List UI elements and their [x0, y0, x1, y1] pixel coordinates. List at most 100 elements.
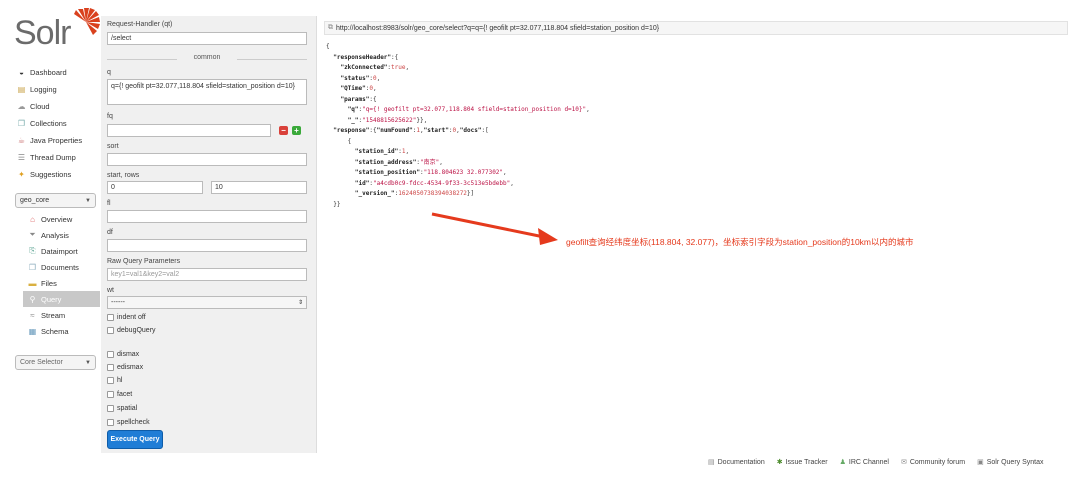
core-nav-item-overview[interactable]: ⌂ Overview [23, 211, 100, 227]
json-line: "params":{ [340, 95, 377, 103]
nav-label: Collections [30, 119, 67, 128]
rows-input[interactable]: 10 [211, 181, 307, 194]
core-selector-dropdown[interactable]: Core Selector ▼ [15, 355, 96, 370]
core-nav-item-analysis[interactable]: ⏷ Analysis [23, 227, 100, 243]
checkbox-label: dismax [117, 351, 140, 358]
nav-item-cloud[interactable]: ☁ Cloud [16, 98, 98, 115]
checkbox-label: debugQuery [117, 327, 156, 334]
dismax-checkbox[interactable]: dismax [107, 351, 139, 358]
checkbox-box [107, 405, 114, 412]
thread-dump-icon: ☰ [17, 153, 26, 162]
checkbox-box [107, 364, 114, 371]
add-fq-button[interactable]: + [292, 126, 301, 135]
suggestions-icon: ✦ [18, 170, 25, 179]
mail-icon: ✉ [900, 459, 907, 466]
fq-label: fq [107, 113, 113, 120]
footer-link-documentation[interactable]: ▤ Documentation [708, 458, 765, 467]
edismax-checkbox[interactable]: edismax [107, 364, 143, 371]
main-nav: ◒ Dashboard ▤ Logging ☁ Cloud ❐ Collections … [16, 64, 98, 183]
df-input[interactable] [107, 239, 307, 252]
analysis-icon: ⏷ [29, 230, 36, 239]
df-label: df [107, 229, 113, 236]
debug-query-checkbox[interactable]: debugQuery [107, 327, 156, 334]
q-textarea[interactable]: q={! geofilt pt=32.077,118.804 sfield=st… [107, 79, 307, 105]
facet-checkbox[interactable]: facet [107, 391, 132, 398]
stream-icon: ≈ [30, 310, 35, 320]
fq-input[interactable] [107, 124, 271, 137]
nav-label: Logging [30, 85, 57, 94]
hl-checkbox[interactable]: hl [107, 377, 122, 384]
nav-label: Query [41, 294, 62, 304]
core-nav-item-documents[interactable]: ❐ Documents [23, 259, 100, 275]
json-line: "_":"1548815625622"}}, [347, 116, 428, 124]
request-url-bar[interactable]: ⧉ http://localhost:8983/solr/geo_core/se… [324, 21, 1068, 35]
footer-link-community-forum[interactable]: ✉ Community forum [900, 458, 965, 467]
fl-input[interactable] [107, 210, 307, 223]
indent-off-checkbox[interactable]: indent off [107, 314, 146, 321]
core-nav-item-stream[interactable]: ≈ Stream [23, 307, 100, 323]
wt-select[interactable]: ------ ⇕ [107, 296, 307, 309]
json-line: "id":"a4cdb0c9-fdcc-4534-9f33-3c513e5bde… [354, 179, 514, 187]
core-nav-item-files[interactable]: ▬ Files [23, 275, 100, 291]
checkbox-box [107, 377, 114, 384]
nav-item-collections[interactable]: ❐ Collections [16, 115, 98, 132]
core-select-dropdown[interactable]: geo_core ▼ [15, 193, 96, 208]
nav-item-thread-dump[interactable]: ☰ Thread Dump [16, 149, 98, 166]
json-line: "_version_":1624050738394038272}] [354, 190, 475, 197]
logging-icon: ▤ [17, 85, 26, 94]
common-section-divider: common [107, 54, 307, 64]
nav-item-dashboard[interactable]: ◒ Dashboard [16, 64, 98, 81]
spatial-checkbox[interactable]: spatial [107, 405, 137, 412]
start-input[interactable]: 0 [107, 181, 203, 194]
core-selector-placeholder: Core Selector [20, 359, 63, 366]
json-line: "station_position":"118.804623 32.077302… [354, 169, 507, 176]
checkbox-box [107, 391, 114, 398]
core-nav-item-dataimport[interactable]: ⎘ Dataimport [23, 243, 100, 259]
logo-text: Solr [14, 14, 71, 52]
raw-params-input[interactable]: key1=val1&key2=val2 [107, 268, 307, 281]
solr-sun-icon [74, 8, 100, 35]
select-arrows-icon: ⇕ [297, 300, 303, 306]
qt-input[interactable]: /select [107, 32, 307, 45]
nav-label: Schema [41, 326, 69, 336]
execute-query-button[interactable]: Execute Query [107, 430, 163, 449]
files-icon: ▬ [28, 278, 37, 288]
irc-icon: ♟ [839, 459, 846, 466]
nav-label: Suggestions [30, 170, 72, 179]
nav-item-logging[interactable]: ▤ Logging [16, 81, 98, 98]
nav-item-java-properties[interactable]: ☕ Java Properties [16, 132, 98, 149]
raw-params-label: Raw Query Parameters [107, 258, 181, 265]
core-nav-item-schema[interactable]: ▦ Schema [23, 323, 100, 339]
json-line: "q":"q={! geofilt pt=32.077,118.804 sfie… [347, 106, 590, 113]
nav-label: Analysis [41, 230, 69, 240]
nav-label: Cloud [30, 102, 50, 111]
footer-link-label: Issue Tracker [785, 458, 828, 466]
nav-label: Thread Dump [30, 153, 76, 162]
nav-item-suggestions[interactable]: ✦ Suggestions [16, 166, 98, 183]
spellcheck-checkbox[interactable]: spellcheck [107, 419, 150, 426]
sort-label: sort [107, 143, 119, 150]
footer-links: ▤ Documentation ✱ Issue Tracker ♟ IRC Chann… [708, 458, 1044, 467]
checkbox-box [107, 419, 114, 426]
json-line: { [326, 43, 330, 50]
footer-link-issue-tracker[interactable]: ✱ Issue Tracker [777, 458, 828, 467]
nav-label: Documents [41, 262, 79, 272]
footer-link-irc-channel[interactable]: ♟ IRC Channel [839, 458, 889, 467]
overview-icon: ⌂ [30, 214, 35, 224]
footer-link-solr-query-syntax[interactable]: ▣ Solr Query Syntax [977, 458, 1044, 467]
q-label: q [107, 69, 111, 76]
wt-select-value: ------ [111, 299, 125, 306]
nav-label: Java Properties [30, 136, 83, 145]
core-nav-item-query[interactable]: ⚲ Query [23, 291, 100, 307]
checkbox-label: indent off [117, 314, 146, 321]
sort-input[interactable] [107, 153, 307, 166]
remove-fq-button[interactable]: − [279, 126, 288, 135]
syntax-icon: ▣ [977, 459, 984, 466]
start-rows-label: start, rows [107, 172, 140, 179]
solr-logo[interactable]: Solr [14, 8, 100, 52]
dashboard-icon: ◒ [19, 68, 24, 77]
json-line: { [326, 137, 352, 145]
nav-label: Files [41, 278, 57, 288]
footer-link-label: Solr Query Syntax [986, 458, 1044, 466]
documentation-icon: ▤ [708, 459, 715, 466]
